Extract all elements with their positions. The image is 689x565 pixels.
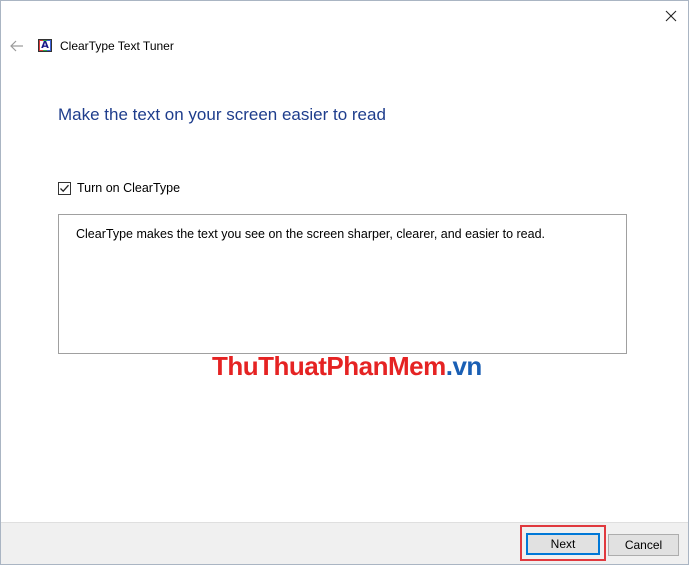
title-bar: A ClearType Text Tuner [1, 35, 688, 59]
checkbox-label: Turn on ClearType [77, 181, 181, 195]
cleartype-window: A ClearType Text Tuner Make the text on … [0, 0, 689, 565]
watermark-part1: ThuThuat [212, 351, 327, 381]
watermark-logo: ThuThuatPhanMem.vn [212, 351, 482, 382]
watermark-part3: .vn [445, 351, 483, 381]
window-title: ClearType Text Tuner [60, 39, 174, 53]
back-arrow-icon [10, 40, 23, 52]
cleartype-toggle[interactable]: Turn on ClearType [58, 181, 180, 195]
cleartype-app-icon: A [38, 39, 52, 52]
cleartype-checkbox[interactable] [58, 181, 71, 195]
page-heading: Make the text on your screen easier to r… [58, 105, 386, 124]
checkmark-icon [60, 184, 69, 192]
cancel-button[interactable]: Cancel [608, 534, 679, 556]
app-icon-letter: A [40, 40, 50, 51]
description-text: ClearType makes the text you see on the … [76, 227, 546, 241]
description-box: ClearType makes the text you see on the … [58, 214, 627, 354]
next-button[interactable]: Next [526, 533, 600, 555]
watermark-part2: PhanMem [326, 351, 446, 381]
back-button[interactable] [9, 38, 25, 54]
close-button[interactable] [662, 7, 680, 25]
close-icon [665, 10, 677, 22]
